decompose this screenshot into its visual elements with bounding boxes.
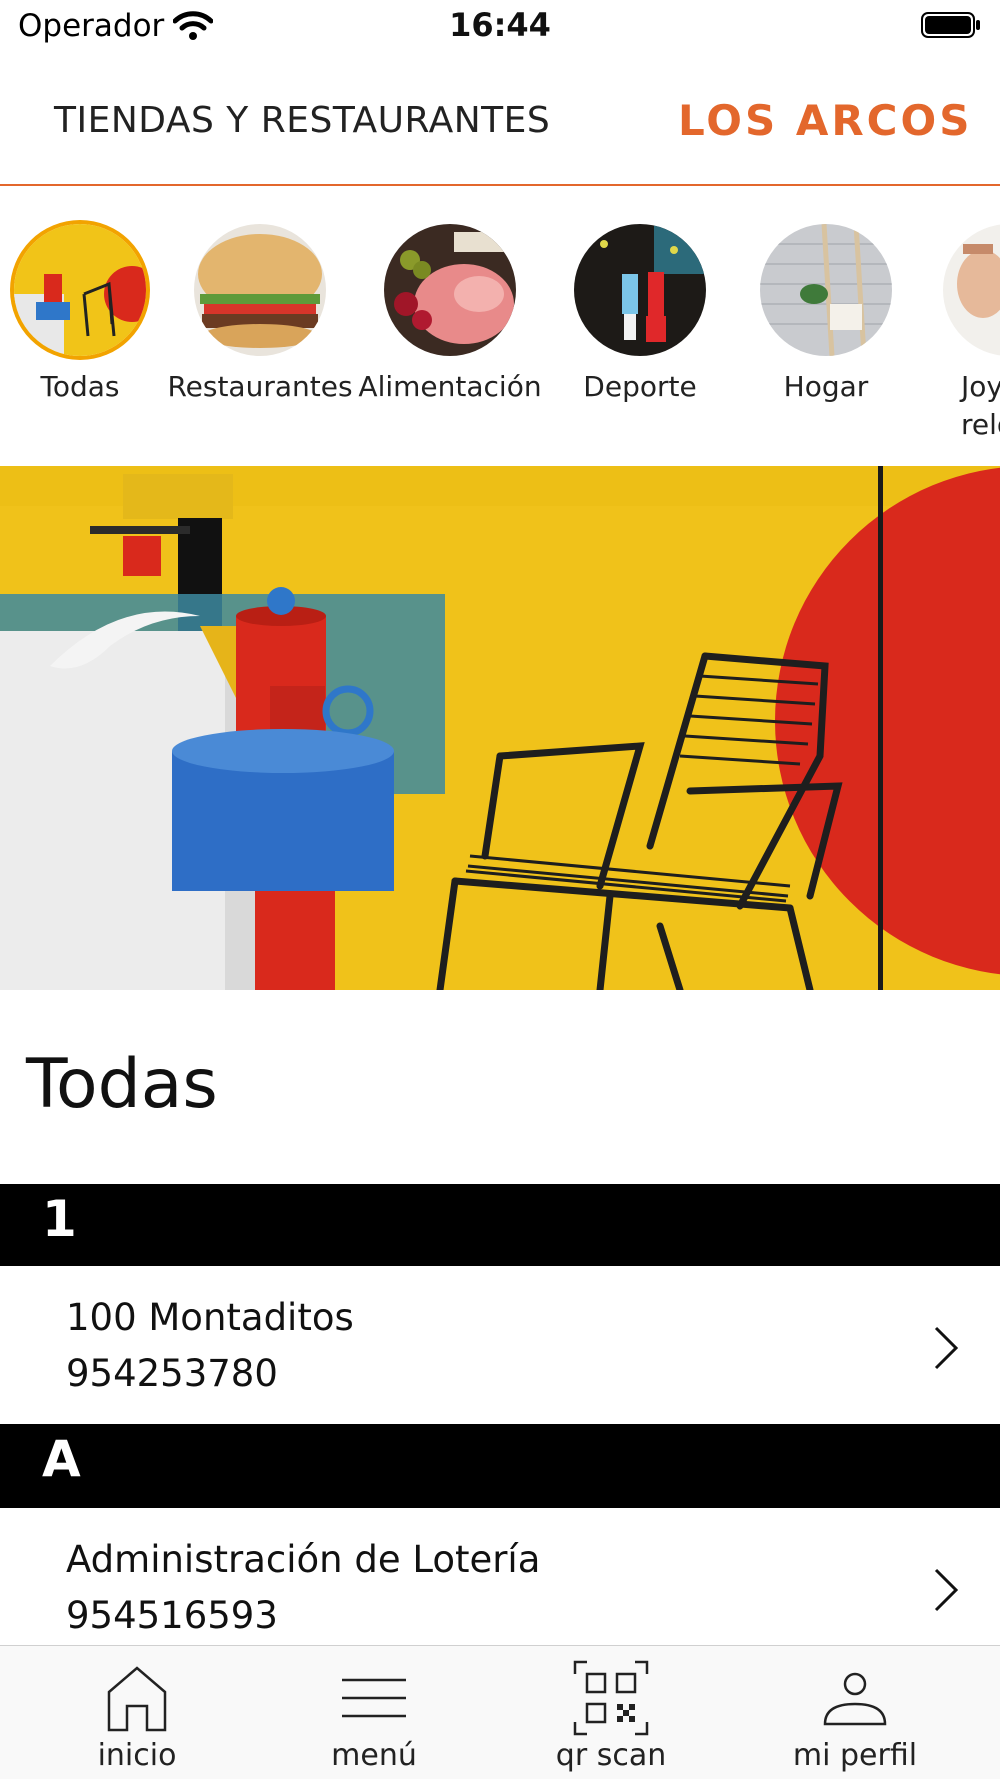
section-header-letter: A — [42, 1430, 81, 1488]
category-joyeria[interactable]: Joy relo — [916, 224, 1000, 444]
category-label: Restaurantes — [167, 370, 353, 403]
tab-label: inicio — [97, 1738, 177, 1773]
category-hogar[interactable]: Hogar — [733, 224, 919, 406]
profile-icon — [823, 1672, 887, 1726]
app-header: TIENDAS Y RESTAURANTES LOS ARCOS — [0, 58, 1000, 186]
section-title: Todas — [26, 1045, 218, 1124]
category-thumb-restaurantes — [194, 224, 326, 356]
chevron-right-icon — [934, 1568, 959, 1612]
store-name: Administración de Lotería — [66, 1538, 541, 1581]
category-alimentacion[interactable]: Alimentación — [357, 224, 543, 406]
list-section-header: 1 — [0, 1184, 1000, 1266]
category-label: Deporte — [583, 370, 697, 403]
category-label: Todas — [40, 370, 120, 403]
tab-mi-perfil[interactable]: mi perfil — [730, 1646, 980, 1779]
hero-banner-image — [0, 466, 1000, 990]
clock: 16:44 — [449, 6, 551, 44]
home-icon — [107, 1666, 167, 1732]
category-label: Hogar — [783, 370, 869, 403]
category-label: Alimentación — [358, 370, 542, 403]
list-item[interactable]: Administración de Lotería 954516593 — [0, 1508, 1000, 1645]
brand-logo[interactable]: LOS ARCOS — [678, 96, 972, 145]
category-todas[interactable]: Todas — [0, 224, 173, 406]
tab-label: menú — [331, 1738, 417, 1773]
chevron-right-icon — [934, 1326, 959, 1370]
category-thumb-todas — [14, 224, 146, 356]
section-header-letter: 1 — [42, 1190, 77, 1248]
category-thumb-joyeria — [943, 224, 1000, 356]
tab-qr-scan[interactable]: qr scan — [486, 1646, 736, 1779]
qr-scan-icon — [573, 1660, 649, 1736]
tab-inicio[interactable]: inicio — [12, 1646, 262, 1779]
store-phone: 954516593 — [66, 1594, 278, 1637]
status-bar: Operador 16:44 — [0, 0, 1000, 58]
page-title: TIENDAS Y RESTAURANTES — [54, 100, 551, 141]
tab-label: mi perfil — [792, 1738, 918, 1773]
tab-bar: inicio menú qr scan mi perfil — [0, 1645, 1000, 1779]
category-thumb-deporte — [574, 224, 706, 356]
store-phone: 954253780 — [66, 1352, 278, 1395]
list-item[interactable]: 100 Montaditos 954253780 — [0, 1266, 1000, 1424]
category-deporte[interactable]: Deporte — [547, 224, 733, 406]
category-label: Joy relo — [961, 370, 1000, 441]
list-section-header: A — [0, 1424, 1000, 1508]
tab-label: qr scan — [555, 1738, 667, 1773]
store-name: 100 Montaditos — [66, 1296, 354, 1339]
category-thumb-alimentacion — [384, 224, 516, 356]
category-restaurantes[interactable]: Restaurantes — [167, 224, 353, 406]
menu-icon — [342, 1678, 406, 1718]
category-carousel[interactable]: Todas Restaurantes Alimentación Deporte … — [0, 186, 1000, 466]
category-thumb-hogar — [760, 224, 892, 356]
tab-menu[interactable]: menú — [249, 1646, 499, 1779]
battery-icon — [921, 12, 980, 38]
